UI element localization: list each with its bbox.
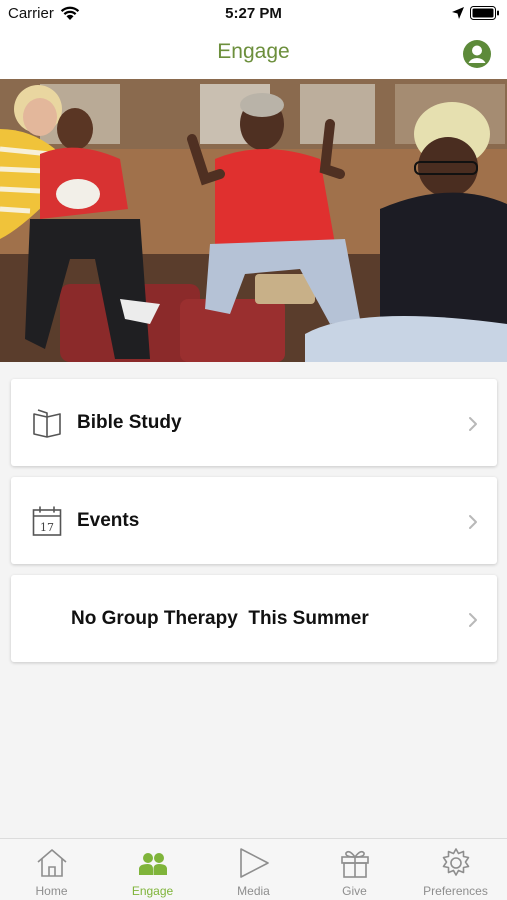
calendar-day: 17 [40, 521, 54, 534]
tab-media[interactable]: Media [203, 839, 304, 900]
tab-give[interactable]: Give [304, 839, 405, 900]
gear-icon [442, 848, 470, 876]
profile-icon[interactable] [462, 39, 492, 69]
tab-label: Preferences [423, 884, 488, 898]
page-title: Engage [217, 40, 290, 63]
chevron-right-icon [469, 613, 477, 627]
chevron-right-icon [469, 417, 477, 431]
status-bar: Carrier 5:27 PM [0, 0, 507, 30]
open-book-icon [33, 409, 61, 438]
card-label: Bible Study [77, 412, 182, 433]
tab-home[interactable]: Home [1, 839, 102, 900]
tab-label: Media [237, 884, 270, 898]
battery-icon [470, 6, 499, 20]
tab-label: Give [342, 884, 367, 898]
hero-image [0, 79, 507, 362]
tab-label: Engage [131, 884, 174, 898]
card-label: Events [77, 510, 140, 531]
status-time: 5:27 PM [225, 5, 282, 22]
card-label: No Group Therapy This Summer [71, 608, 369, 629]
gift-icon [341, 850, 369, 878]
tab-preferences[interactable]: Preferences [405, 839, 506, 900]
group-icon [139, 853, 167, 875]
play-icon [240, 848, 269, 878]
house-icon [37, 849, 67, 877]
card-bible-study[interactable]: Bible Study [11, 379, 497, 466]
location-arrow-icon [452, 7, 464, 19]
card-events[interactable]: 17 Events [11, 477, 497, 564]
tab-bar: Home Engage Media Give Preferences [0, 838, 507, 900]
tab-label: Home [35, 884, 68, 898]
chevron-right-icon [469, 515, 477, 529]
card-no-group-therapy[interactable]: No Group Therapy This Summer [11, 575, 497, 662]
header: Engage [0, 30, 507, 79]
calendar-17-icon: 17 [32, 506, 62, 536]
tab-engage[interactable]: Engage [102, 839, 203, 900]
